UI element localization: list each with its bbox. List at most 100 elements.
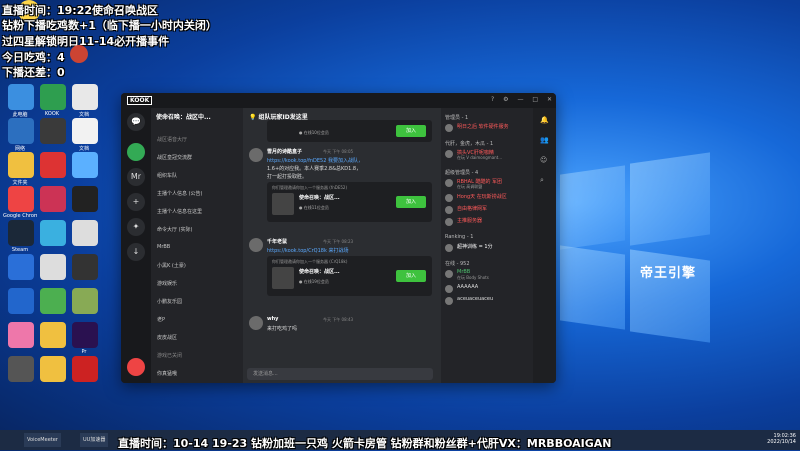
- desktop-icon[interactable]: [8, 254, 34, 280]
- taskbar-voicemeeter[interactable]: VoiceMeeter: [24, 433, 61, 447]
- message-time: 今天 下午 08:05: [323, 149, 354, 154]
- friend-icon[interactable]: ☺: [540, 156, 547, 164]
- member-avatar: [445, 297, 453, 305]
- member-avatar: [445, 150, 453, 158]
- kook-app-window: KOOK ? ⚙ — □ ✕ 💬 Mr + ✦ ↓ 使命召唤：战区中... 战区…: [121, 93, 556, 383]
- desktop-icon[interactable]: [40, 186, 66, 212]
- member-status: 在玩 V daimongmant...: [457, 155, 503, 160]
- member-group-heading: 在线 - 952: [445, 261, 470, 267]
- desktop-icon[interactable]: [40, 220, 66, 246]
- settings-icon[interactable]: ⚙: [503, 96, 508, 103]
- join-button[interactable]: 加入: [396, 270, 426, 282]
- channel-list: 使命召唤：战区中... 战区语音大厅 战区皇冠交流群 组织车队主播个人信息 (公告)…: [151, 108, 243, 383]
- desktop-icon[interactable]: [72, 152, 98, 178]
- desktop-icon[interactable]: [40, 118, 66, 144]
- channel-item[interactable]: 命令大厅 (实际): [157, 226, 193, 233]
- rail-dm-icon[interactable]: 💬: [127, 113, 145, 131]
- desktop-icon[interactable]: [72, 186, 98, 212]
- rail-mr-server[interactable]: Mr: [127, 168, 145, 186]
- server-rail: 💬 Mr + ✦ ↓: [121, 108, 151, 383]
- desktop-icon[interactable]: [72, 288, 98, 314]
- help-icon[interactable]: ?: [491, 96, 494, 103]
- desktop-icon[interactable]: [40, 152, 66, 178]
- member-avatar: [445, 285, 453, 293]
- minimize-icon[interactable]: —: [517, 96, 523, 103]
- desktop-icon[interactable]: [40, 254, 66, 280]
- channel-item[interactable]: 老P: [157, 316, 165, 323]
- message-text-1[interactable]: https://kook.top/fnDE52 我要加入战队，: [267, 157, 363, 164]
- channel-item[interactable]: 游戏娱乐: [157, 280, 177, 287]
- rail-add-icon[interactable]: +: [127, 193, 145, 211]
- invite-card: 你们管理邀请你加入一个服务器 (fnDE52) 使命召唤：战区... ● 在线11位…: [267, 182, 432, 222]
- member-avatar: [445, 124, 453, 132]
- desktop-icon[interactable]: [72, 254, 98, 280]
- user-avatar[interactable]: [127, 358, 145, 376]
- member-group-heading: Ranking - 1: [445, 234, 474, 240]
- desktop-icon[interactable]: [8, 152, 34, 178]
- message-text-2: 1.6+的对应我。本人赛季2.8&总KD1.8，: [267, 166, 362, 172]
- invite-card-subtitle: 你们管理邀请你加入一个服务器 (CrQ18k): [272, 259, 348, 264]
- desktop-icon[interactable]: [40, 322, 66, 348]
- channel-item[interactable]: 主播个人信息 (公告): [157, 190, 203, 197]
- top-invite-card: ● 在线10位会员 加入: [267, 120, 432, 142]
- overlay-line-4: 今日吃鸡：4: [2, 51, 65, 64]
- channel-item[interactable]: 游戏已关闭: [157, 352, 182, 359]
- overlay-line-3: 过四星解锁明日11-14必开播事件: [2, 35, 170, 48]
- message-author: 雪月的诗酷盒子: [267, 149, 303, 155]
- overlay-line-2: 钻粉下播吃鸡数+1（临下播一小时内关闭）: [2, 19, 217, 32]
- close-icon[interactable]: ✕: [547, 96, 552, 103]
- member-avatar: [445, 194, 453, 202]
- desktop-icon[interactable]: [8, 186, 34, 212]
- member-name: 明日之后 软件硬件服务: [457, 124, 509, 130]
- member-group-heading: 代肝，金虎，木瓜 - 1: [445, 141, 494, 147]
- member-list: 管理员 - 1 明日之后 软件硬件服务 代肝，金虎，木瓜 - 1 搞头VC肝呢咖精 在玩…: [441, 108, 533, 383]
- people-icon[interactable]: 👥: [540, 136, 549, 144]
- channel-item[interactable]: 组织车队: [157, 172, 177, 179]
- desktop-icon[interactable]: [72, 84, 98, 110]
- desktop-icon-label: 文档: [78, 146, 89, 152]
- desktop-icon[interactable]: [8, 220, 34, 246]
- member-name: 主推服务器: [457, 218, 483, 224]
- invite-card-image: [272, 193, 294, 215]
- desktop-icon[interactable]: [8, 118, 34, 144]
- desktop-icon[interactable]: [40, 84, 66, 110]
- bell-icon[interactable]: 🔔: [540, 116, 549, 124]
- desktop-icon[interactable]: [72, 322, 98, 348]
- taskbar-uu[interactable]: UU加速器: [80, 433, 109, 447]
- desktop-icon[interactable]: [40, 288, 66, 314]
- message-input[interactable]: 发送消息...: [247, 368, 433, 380]
- channel-item[interactable]: 皮皮战区: [157, 334, 177, 341]
- desktop-icon[interactable]: [8, 84, 34, 110]
- channel-item[interactable]: 战区皇冠交流群: [157, 154, 192, 161]
- join-button[interactable]: 加入: [396, 196, 426, 208]
- rail-server-icon[interactable]: [127, 143, 145, 161]
- member-status: 在玩 高调联盟: [457, 184, 483, 189]
- desktop-icon[interactable]: [8, 322, 34, 348]
- desktop-icon-label: KOOK: [44, 111, 60, 117]
- message-text-1[interactable]: https://kook.top/CrQ18k 来打战场: [267, 247, 348, 254]
- channel-item[interactable]: MrBB: [157, 244, 170, 250]
- search-icon[interactable]: ⌕: [540, 176, 544, 185]
- top-card-count: ● 在线10位会员: [299, 130, 329, 135]
- channel-item[interactable]: 小黑K (土豪): [157, 262, 186, 269]
- desktop-icon-label: 文档: [78, 112, 89, 118]
- invite-card-count: ● 在线19位会员: [299, 279, 329, 284]
- member-name: Hong天 在玩斯捞战区: [457, 194, 507, 200]
- title-bar: KOOK ? ⚙ — □ ✕: [121, 93, 556, 108]
- message-author: 千年老鼠: [267, 239, 288, 245]
- rail-download-icon[interactable]: ↓: [127, 243, 145, 261]
- desktop-icon[interactable]: [8, 288, 34, 314]
- channel-item[interactable]: 小鹏友乐园: [157, 298, 182, 305]
- maximize-icon[interactable]: □: [532, 96, 538, 103]
- desktop-icon[interactable]: [8, 356, 34, 382]
- channel-item[interactable]: 主播个人信息在这里: [157, 208, 202, 215]
- desktop-icon[interactable]: [72, 118, 98, 144]
- desktop-icon[interactable]: [40, 356, 66, 382]
- desktop-icon[interactable]: [72, 356, 98, 382]
- top-card-join-button[interactable]: 加入: [396, 125, 426, 137]
- desktop-icon[interactable]: [72, 220, 98, 246]
- member-name: AAAAAA: [457, 284, 479, 290]
- rail-discover-icon[interactable]: ✦: [127, 218, 145, 236]
- server-name[interactable]: 使命召唤：战区中...: [156, 112, 211, 121]
- channel-item[interactable]: 战区语音大厅: [157, 136, 187, 143]
